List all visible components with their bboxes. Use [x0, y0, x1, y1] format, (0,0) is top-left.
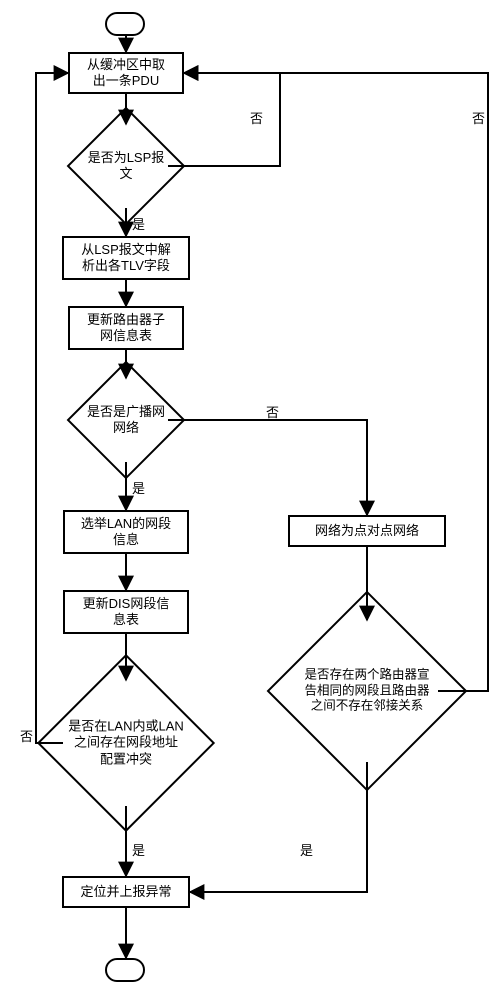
is-lsp-text: 是否为LSP报文	[67, 150, 185, 183]
p2p-box: 网络为点对点网络	[288, 515, 446, 547]
report-text: 定位并上报异常	[80, 884, 171, 900]
lbl-two-no: 否	[472, 108, 485, 127]
two-routers-text: 是否存在两个路由器宣告相同的网段且路由器之间不存在邻接关系	[275, 668, 460, 715]
is-broadcast-text: 是否是广播网网络	[67, 404, 185, 437]
lbl-islsp-yes: 是	[132, 214, 145, 233]
end-terminal	[105, 958, 145, 982]
two-routers-diamond: 是否存在两个路由器宣告相同的网段且路由器之间不存在邻接关系	[296, 620, 438, 762]
lbl-broad-no: 否	[266, 402, 279, 421]
fetch-box: 从缓冲区中取出一条PDU	[68, 52, 184, 94]
update-dis-box: 更新DIS网段信息表	[63, 590, 189, 634]
report-box: 定位并上报异常	[62, 876, 190, 908]
update-subnet-box: 更新路由器子网信息表	[68, 306, 184, 350]
parse-tlv-text: 从LSP报文中解析出各TLV字段	[81, 242, 171, 275]
lan-conflict-text: 是否在LAN内或LAN之间存在网段地址配置冲突	[50, 719, 201, 768]
elect-lan-text: 选举LAN的网段信息	[81, 516, 171, 549]
update-dis-text: 更新DIS网段信息表	[83, 596, 170, 629]
parse-tlv-box: 从LSP报文中解析出各TLV字段	[62, 236, 190, 280]
is-broadcast-diamond: 是否是广播网网络	[84, 378, 168, 462]
lbl-lan-no: 否	[20, 726, 33, 745]
lbl-lan-yes: 是	[132, 840, 145, 859]
lan-conflict-diamond: 是否在LAN内或LAN之间存在网段地址配置冲突	[63, 680, 189, 806]
update-subnet-text: 更新路由器子网信息表	[87, 312, 165, 345]
p2p-text: 网络为点对点网络	[315, 523, 419, 539]
is-lsp-diamond: 是否为LSP报文	[84, 124, 168, 208]
fetch-text: 从缓冲区中取出一条PDU	[87, 57, 165, 90]
start-terminal	[105, 12, 145, 36]
lbl-broad-yes: 是	[132, 478, 145, 497]
lbl-islsp-no: 否	[250, 108, 263, 127]
lbl-two-yes: 是	[300, 840, 313, 859]
elect-lan-box: 选举LAN的网段信息	[63, 510, 189, 554]
